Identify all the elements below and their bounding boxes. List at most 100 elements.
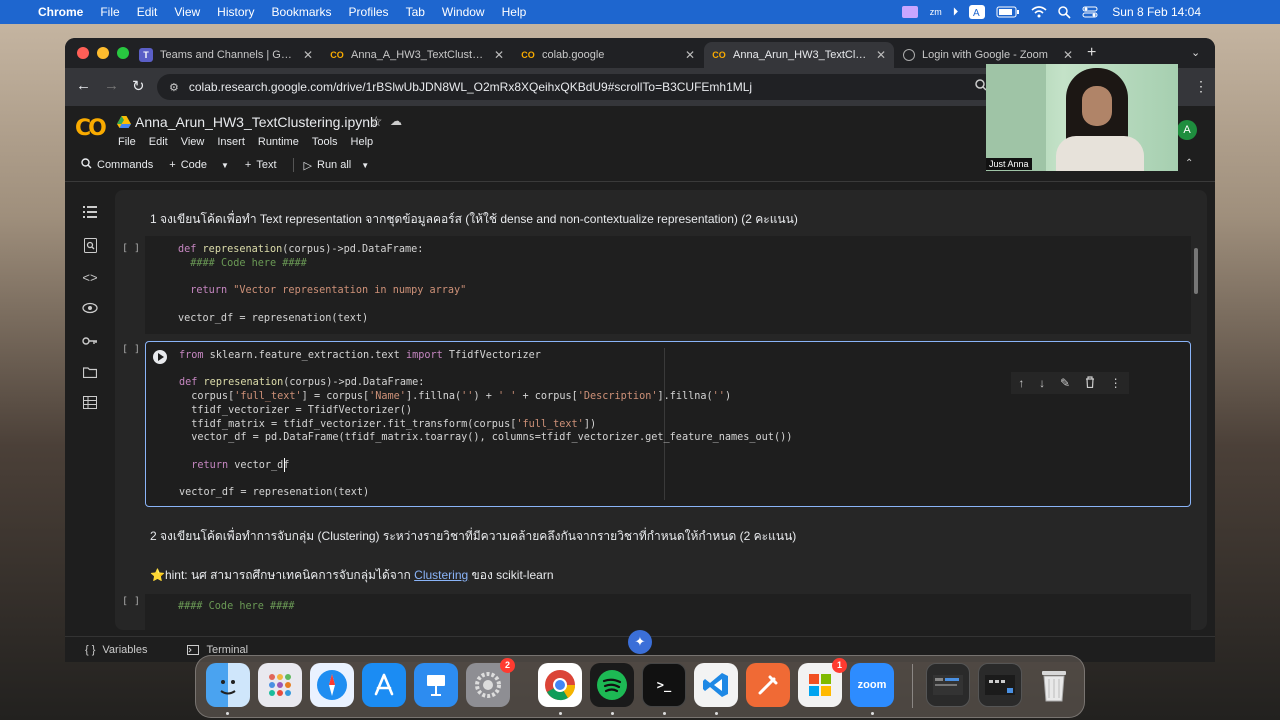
avatar[interactable]: A — [1177, 120, 1197, 140]
edit-pencil-icon[interactable]: ✎ — [1060, 376, 1070, 390]
address-bar[interactable]: ⚙ colab.research.google.com/drive/1rBSlw… — [157, 74, 997, 100]
microsoft-office-icon[interactable]: 1 — [798, 658, 847, 707]
notebook-title[interactable]: Anna_Arun_HW3_TextClustering.ipynb — [135, 114, 378, 130]
system-settings-icon[interactable]: 2 — [466, 658, 515, 707]
zoom-video-overlay[interactable]: Just Anna — [986, 64, 1178, 171]
tab-anna-arun-hw3[interactable]: CO Anna_Arun_HW3_TextClustering ✕ — [704, 42, 894, 68]
maximize-window-button[interactable] — [117, 47, 129, 59]
delete-cell-icon[interactable] — [1085, 375, 1095, 391]
close-tab-icon[interactable]: ✕ — [876, 48, 886, 62]
terminal-app-icon[interactable]: >_ — [642, 663, 686, 707]
play-status-icon[interactable]: ⏵ — [953, 6, 959, 19]
battery-icon[interactable] — [996, 6, 1020, 18]
site-info-icon[interactable]: ⚙ — [169, 81, 179, 94]
chrome-icon[interactable] — [538, 663, 582, 707]
gemini-sparkle-icon[interactable]: ✦ — [628, 630, 652, 654]
minimized-window-1[interactable] — [926, 663, 970, 707]
postman-icon[interactable] — [746, 663, 790, 707]
tab-anna-a-hw3[interactable]: CO Anna_A_HW3_TextClustering ✕ — [322, 42, 512, 68]
text-cell-hint[interactable]: ⭐hint: นศ สามารถศึกษาเทคนิคการจับกลุ่มได… — [150, 566, 554, 585]
close-tab-icon[interactable]: ✕ — [685, 48, 695, 62]
code-cell-2[interactable]: from sklearn.feature_extraction.text imp… — [145, 341, 1191, 507]
add-text-button[interactable]: + Text — [245, 159, 277, 171]
folder-icon[interactable] — [82, 366, 98, 382]
menubar-app-name[interactable]: Chrome — [38, 5, 83, 19]
new-tab-button[interactable]: + — [1087, 44, 1096, 62]
colab-logo[interactable]: CO — [75, 116, 107, 141]
app-store-icon[interactable] — [362, 663, 406, 707]
trash-icon[interactable] — [1032, 663, 1076, 707]
run-cell-button[interactable] — [153, 350, 167, 364]
menubar-edit[interactable]: Edit — [137, 5, 158, 19]
close-tab-icon[interactable]: ✕ — [1063, 48, 1073, 62]
tab-search-icon[interactable]: ⌄ — [1191, 46, 1200, 59]
colab-menu-help[interactable]: Help — [351, 136, 374, 148]
reload-icon[interactable]: ↻ — [132, 77, 145, 95]
close-window-button[interactable] — [77, 47, 89, 59]
menubar-window[interactable]: Window — [442, 5, 485, 19]
find-icon[interactable] — [82, 238, 98, 254]
cell-scrollbar[interactable] — [1194, 248, 1198, 294]
star-icon[interactable]: ☆ — [370, 113, 383, 130]
terminal-button[interactable]: Terminal — [187, 644, 268, 656]
secrets-icon[interactable] — [82, 302, 98, 318]
zoom-status-icon[interactable]: zm — [930, 7, 942, 17]
keynote-icon[interactable] — [414, 663, 458, 707]
control-center-icon[interactable] — [1082, 6, 1098, 18]
colab-menu-file[interactable]: File — [118, 136, 136, 148]
data-table-icon[interactable] — [82, 396, 98, 412]
colab-menu-edit[interactable]: Edit — [149, 136, 168, 148]
launchpad-icon[interactable] — [258, 663, 302, 707]
table-of-contents-icon[interactable] — [82, 206, 98, 222]
code-cell-1-source[interactable]: def represenation(corpus)->pd.DataFrame:… — [178, 243, 466, 325]
input-source-icon[interactable]: A — [969, 5, 986, 19]
cloud-sync-icon[interactable]: ☁ — [390, 114, 402, 128]
back-icon[interactable]: ← — [76, 77, 91, 94]
code-cell-1[interactable]: def represenation(corpus)->pd.DataFrame:… — [145, 236, 1191, 334]
chrome-menu-icon[interactable]: ⋮ — [1194, 78, 1208, 95]
wifi-icon[interactable] — [1031, 6, 1047, 18]
menubar-profiles[interactable]: Profiles — [349, 5, 389, 19]
colab-menu-insert[interactable]: Insert — [217, 136, 245, 148]
move-cell-down-icon[interactable]: ↓ — [1039, 376, 1045, 390]
tab-colab-google[interactable]: CO colab.google ✕ — [513, 42, 703, 68]
code-cell-2-source[interactable]: from sklearn.feature_extraction.text imp… — [179, 349, 792, 500]
spotlight-icon[interactable] — [1058, 5, 1071, 19]
zoom-app-icon[interactable]: zoom — [850, 663, 894, 707]
colab-menu-tools[interactable]: Tools — [312, 136, 338, 148]
minimize-window-button[interactable] — [97, 47, 109, 59]
chevron-down-icon[interactable]: ▼ — [221, 161, 229, 170]
variables-button[interactable]: { } Variables — [85, 644, 167, 656]
text-cell-question-1[interactable]: 1 จงเขียนโค้ดเพื่อทำ Text representation… — [150, 210, 798, 229]
chevron-up-icon[interactable]: ⌃ — [1185, 158, 1193, 169]
key-icon[interactable] — [82, 334, 98, 350]
menubar-history[interactable]: History — [217, 5, 254, 19]
colab-menu-runtime[interactable]: Runtime — [258, 136, 299, 148]
close-tab-icon[interactable]: ✕ — [494, 48, 504, 62]
menubar-clock[interactable]: Sun 8 Feb 14:04 — [1112, 5, 1201, 19]
minimized-window-2[interactable] — [978, 663, 1022, 707]
text-cell-question-2[interactable]: 2 จงเขียนโค้ดเพื่อทำการจับกลุ่ม (Cluster… — [150, 527, 796, 546]
menubar-tab[interactable]: Tab — [406, 5, 425, 19]
commands-button[interactable]: Commands — [81, 158, 153, 172]
screen-share-icon[interactable] — [901, 5, 919, 19]
finder-icon[interactable] — [206, 663, 250, 707]
menubar-bookmarks[interactable]: Bookmarks — [272, 5, 332, 19]
menubar-view[interactable]: View — [174, 5, 200, 19]
more-options-icon[interactable]: ⋮ — [1110, 376, 1122, 390]
vscode-icon[interactable] — [694, 663, 738, 707]
close-tab-icon[interactable]: ✕ — [303, 48, 313, 62]
code-snippets-icon[interactable]: <> — [82, 270, 98, 286]
add-code-button[interactable]: + Code ▼ — [169, 159, 229, 171]
code-cell-3-source[interactable]: #### Code here #### — [178, 600, 295, 614]
code-cell-3[interactable]: #### Code here #### — [145, 594, 1191, 630]
forward-icon[interactable]: → — [104, 77, 119, 94]
tab-teams[interactable]: T Teams and Channels | General ✕ — [131, 42, 321, 68]
colab-menu-view[interactable]: View — [181, 136, 205, 148]
spotify-icon[interactable] — [590, 663, 634, 707]
menubar-help[interactable]: Help — [502, 5, 527, 19]
menubar-file[interactable]: File — [100, 5, 119, 19]
run-all-button[interactable]: ▷ Run all ▼ — [304, 159, 370, 172]
move-cell-up-icon[interactable]: ↑ — [1018, 376, 1024, 390]
clustering-link[interactable]: Clustering — [414, 568, 468, 582]
